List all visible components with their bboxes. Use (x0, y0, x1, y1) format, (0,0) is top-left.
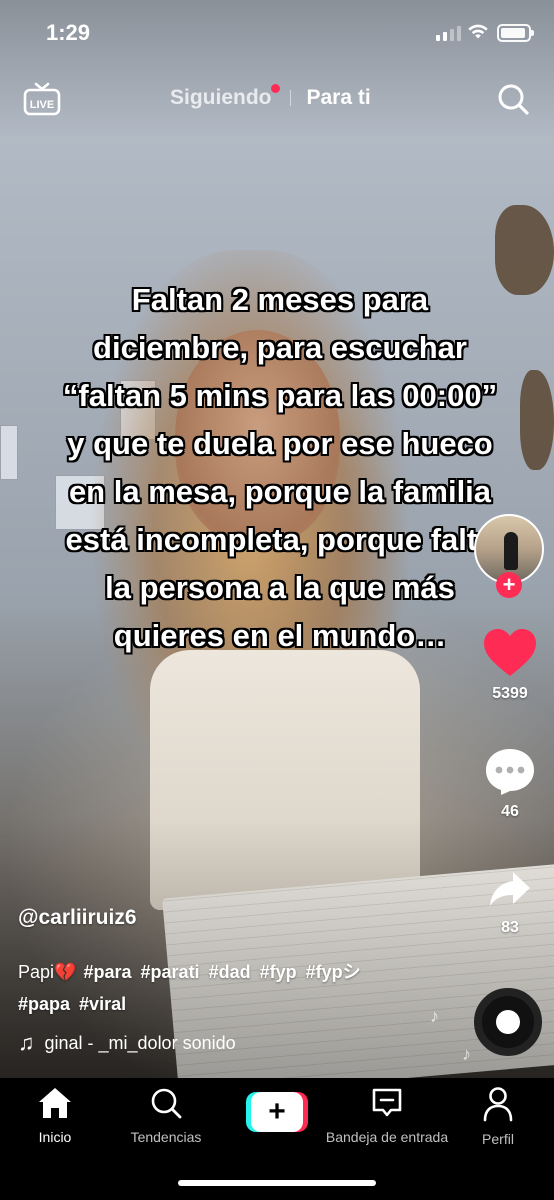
description-text: Papi (18, 962, 55, 982)
profile-icon (483, 1087, 513, 1122)
heart-icon (484, 629, 536, 676)
inbox-icon (372, 1088, 402, 1117)
comment-count: 46 (501, 803, 519, 820)
nav-discover-label: Tendencias (130, 1129, 202, 1145)
search-icon (151, 1088, 182, 1119)
battery-icon (497, 24, 534, 42)
hashtag[interactable]: #parati (141, 962, 200, 982)
live-label: LIVE (30, 99, 54, 111)
cellular-signal-icon (436, 25, 461, 41)
follow-plus-button[interactable]: + (496, 572, 522, 598)
hashtag[interactable]: #fypシ (306, 962, 361, 982)
music-note-icon: ♫ (18, 1030, 35, 1055)
hashtag[interactable]: #fyp (260, 962, 297, 982)
home-indicator (178, 1180, 376, 1186)
home-icon (39, 1088, 71, 1118)
share-count: 83 (501, 919, 519, 936)
video-overlay-caption: Faltan 2 meses para diciembre, para escu… (62, 282, 498, 653)
video-description: Papi💔 #para #parati #dad #fyp #fypシ #pap… (18, 956, 438, 1020)
top-nav: LIVE Siguiendo Para ti (0, 76, 554, 122)
floating-note-icon: ♪ (430, 1006, 439, 1026)
create-button[interactable]: + (246, 1092, 308, 1132)
tab-following-label: Siguiendo (170, 86, 272, 109)
comment-bubble-icon (486, 749, 534, 795)
hashtag[interactable]: #viral (79, 994, 126, 1014)
nav-home[interactable]: Inicio (5, 1086, 105, 1145)
sound-disc-icon[interactable] (474, 988, 542, 1056)
tab-following[interactable]: Siguiendo (170, 84, 280, 110)
nav-home-label: Inicio (38, 1129, 72, 1145)
floating-note-icon: ♪ (462, 1044, 471, 1064)
wall-shelf (0, 425, 18, 480)
feed-tabs: Siguiendo Para ti (170, 84, 371, 110)
wifi-icon (468, 24, 488, 39)
live-tv-icon[interactable]: LIVE (23, 82, 61, 116)
plus-icon: + (251, 1092, 303, 1132)
notification-dot (270, 84, 280, 93)
creator-username[interactable]: @carliiruiz6 (18, 906, 137, 930)
status-bar: 1:29 (0, 0, 554, 64)
music-ticker[interactable]: ♫ ginal - _mi_dolor sonido (18, 1030, 236, 1056)
nav-profile[interactable]: Perfil (448, 1086, 548, 1147)
wall-map (520, 370, 554, 470)
hashtag[interactable]: #papa (18, 994, 70, 1014)
broken-heart-emoji: 💔 (54, 962, 77, 982)
nav-inbox-label: Bandeja de entrada (325, 1129, 449, 1145)
nav-profile-label: Perfil (482, 1131, 514, 1147)
like-button[interactable]: 5399 (480, 628, 540, 703)
tab-for-you[interactable]: Para ti (307, 86, 371, 110)
like-count: 5399 (492, 685, 528, 702)
hashtag[interactable]: #para (83, 962, 131, 982)
wall-map (495, 205, 554, 295)
comment-button[interactable]: 46 (480, 746, 540, 821)
share-arrow-icon (490, 872, 530, 906)
search-icon[interactable] (496, 82, 530, 116)
tab-divider (289, 90, 291, 106)
music-title: ginal - _mi_dolor sonido (44, 1032, 236, 1053)
hashtag[interactable]: #dad (209, 962, 251, 982)
share-button[interactable]: 83 (480, 868, 540, 937)
nav-inbox[interactable]: Bandeja de entrada (322, 1086, 452, 1145)
status-time: 1:29 (46, 20, 91, 45)
nav-discover[interactable]: Tendencias (116, 1086, 216, 1145)
